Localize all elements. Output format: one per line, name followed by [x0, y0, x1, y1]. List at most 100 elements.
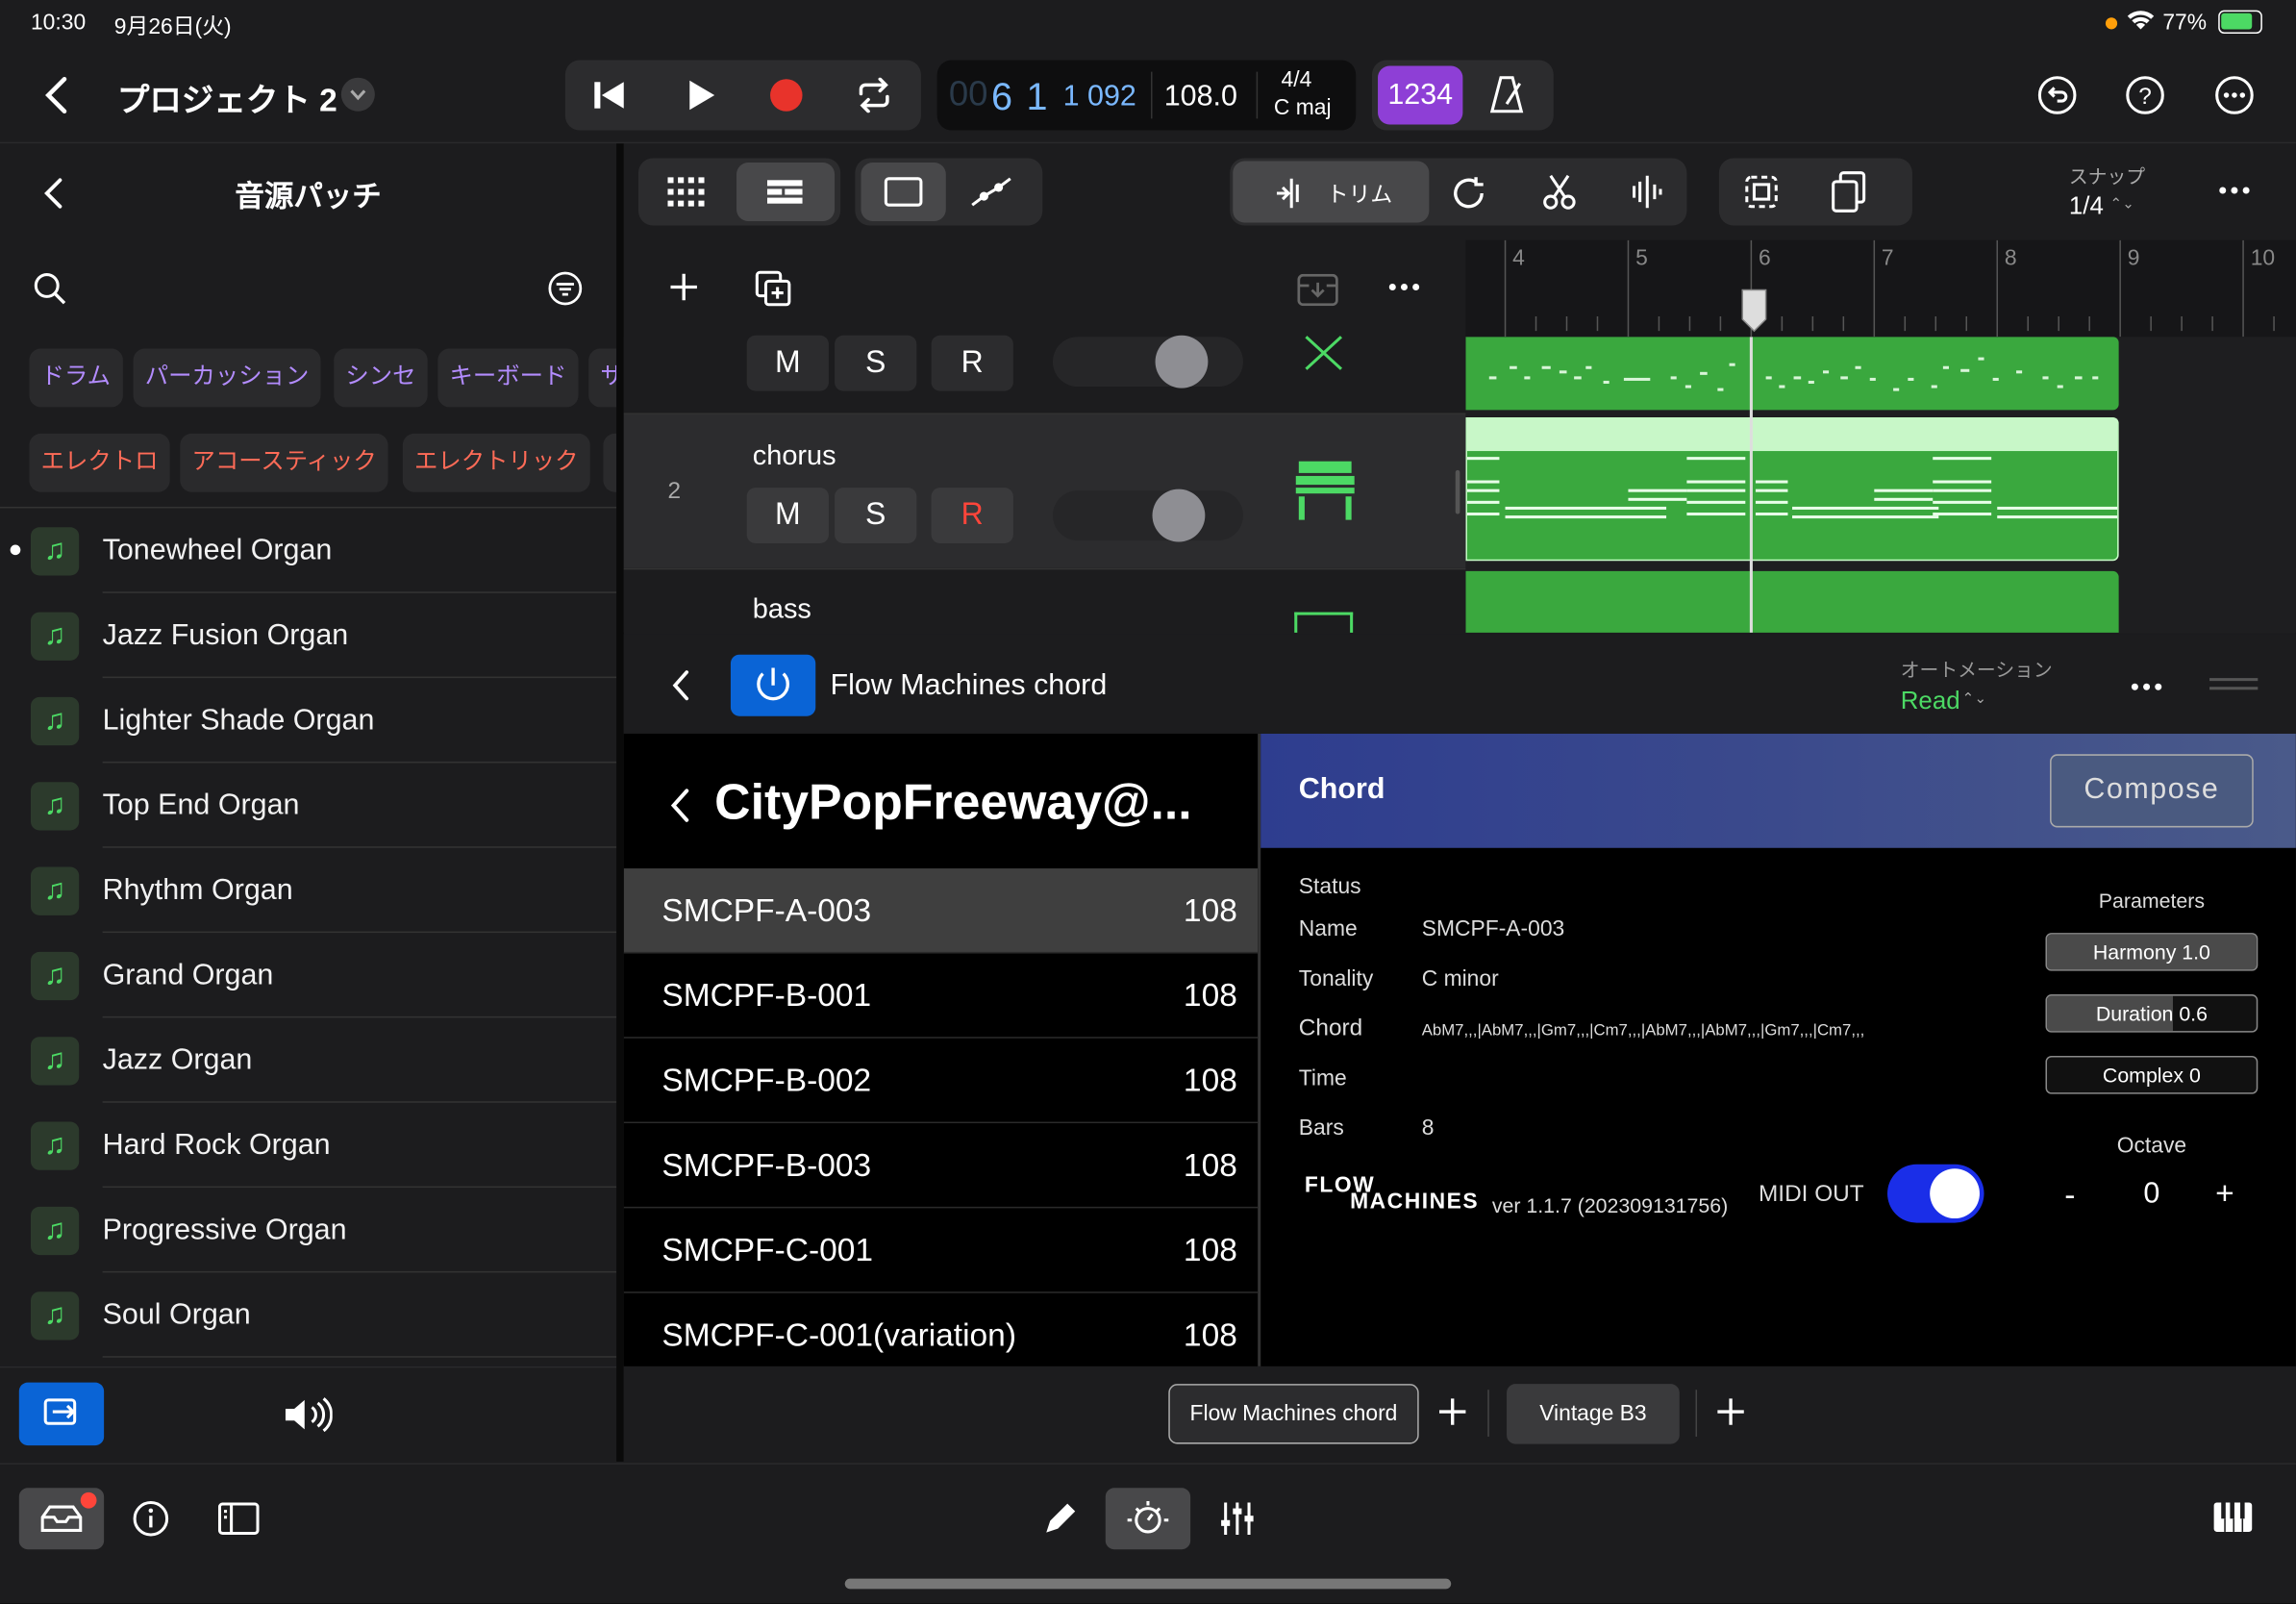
grid-view-icon[interactable]: [667, 177, 706, 207]
sidebar-toggle-icon[interactable]: [217, 1502, 260, 1535]
duration-slider[interactable]: Duration 0.6: [2045, 994, 2259, 1033]
timeline-ruler[interactable]: 4 5 6 7 8 9 10: [1465, 239, 2296, 338]
home-indicator[interactable]: [844, 1578, 1452, 1590]
compose-button[interactable]: Compose: [2050, 754, 2254, 828]
chevron-down-icon[interactable]: [340, 77, 375, 112]
tag-percussion[interactable]: パーカッション: [133, 348, 321, 408]
download-icon[interactable]: [1297, 273, 1338, 307]
rewind-icon[interactable]: [591, 79, 627, 112]
patch-item[interactable]: ♫ Hard Rock Organ: [0, 1103, 617, 1189]
copy-icon[interactable]: [1831, 170, 1869, 214]
search-icon[interactable]: [33, 271, 68, 307]
preset-row[interactable]: SMCPF-C-001 108: [623, 1208, 1259, 1293]
help-icon[interactable]: ?: [2125, 75, 2166, 116]
solo-button[interactable]: S: [835, 488, 917, 543]
snap-value[interactable]: 1/4: [2069, 191, 2104, 220]
preset-row[interactable]: SMCPF-B-001 108: [623, 953, 1259, 1039]
slot-vintage-b3[interactable]: Vintage B3: [1507, 1384, 1680, 1444]
preset-row[interactable]: SMCPF-B-003 108: [623, 1123, 1259, 1209]
scissors-icon[interactable]: [1540, 173, 1579, 212]
midi-region[interactable]: [1465, 570, 2119, 633]
track-name[interactable]: bass: [753, 594, 811, 627]
back-icon[interactable]: [41, 75, 70, 116]
tag-electric[interactable]: エレクトリック: [402, 433, 590, 492]
playhead-handle[interactable]: [1739, 287, 1768, 334]
mute-button[interactable]: M: [746, 335, 829, 391]
patch-item[interactable]: ♫ Soul Organ: [0, 1272, 617, 1358]
track-name[interactable]: chorus: [753, 440, 836, 473]
drag-handle-icon[interactable]: [2209, 678, 2259, 690]
library-browser-icon[interactable]: [18, 1488, 105, 1550]
tag-electro[interactable]: エレクトロ: [29, 433, 170, 492]
automation-mode[interactable]: Read: [1901, 687, 1960, 715]
volume-slider[interactable]: [1052, 335, 1243, 388]
more-icon[interactable]: [2214, 75, 2256, 116]
tag-drums[interactable]: ドラム: [29, 348, 123, 408]
loop-tool-icon[interactable]: [1450, 174, 1488, 213]
power-icon[interactable]: [730, 654, 816, 716]
mixer-icon[interactable]: [1218, 1499, 1257, 1538]
info-icon[interactable]: [132, 1499, 170, 1538]
smart-controls-icon[interactable]: [1105, 1488, 1191, 1550]
patch-item[interactable]: ♫ Progressive Organ: [0, 1188, 617, 1273]
undo-icon[interactable]: [2036, 75, 2078, 116]
slot-flow-machines[interactable]: Flow Machines chord: [1168, 1384, 1419, 1444]
keyboard-icon[interactable]: [2212, 1501, 2254, 1534]
replace-patch-icon[interactable]: [18, 1382, 105, 1446]
lcd-display[interactable]: 00 6 1 1 092 108.0 4/4 C maj: [936, 60, 1357, 131]
harmony-slider[interactable]: Harmony 1.0: [2045, 933, 2259, 971]
tracks-more-icon[interactable]: [2217, 173, 2253, 209]
midi-out-toggle[interactable]: [1887, 1164, 1984, 1223]
tag-acoustic[interactable]: アコースティック: [180, 433, 388, 492]
patch-item[interactable]: ♫ Rhythm Organ: [0, 848, 617, 934]
automation-curve-icon[interactable]: [969, 173, 1013, 212]
patch-item[interactable]: ♫ Lighter Shade Organ: [0, 678, 617, 764]
patch-item[interactable]: ♫ Grand Organ: [0, 933, 617, 1018]
duplicate-track-icon[interactable]: [754, 269, 792, 308]
select-all-icon[interactable]: [1742, 173, 1781, 212]
split-marker-icon[interactable]: [1628, 173, 1666, 212]
octave-plus-button[interactable]: +: [2215, 1174, 2234, 1213]
tag-more[interactable]: サ: [588, 348, 617, 408]
preview-sound-icon[interactable]: [283, 1397, 333, 1433]
patch-item[interactable]: ♫ Jazz Fusion Organ: [0, 593, 617, 679]
midi-region-selected[interactable]: [1465, 417, 2119, 562]
pack-back-icon[interactable]: [667, 787, 690, 825]
record-enable-button[interactable]: R: [931, 335, 1013, 391]
track-row-1[interactable]: M S R: [623, 335, 1466, 414]
play-icon[interactable]: [686, 79, 718, 112]
project-title[interactable]: プロジェクト 2: [117, 75, 337, 122]
volume-slider[interactable]: [1052, 489, 1243, 542]
pencil-icon[interactable]: [1044, 1502, 1077, 1535]
add-plugin-icon[interactable]: [1716, 1397, 1745, 1426]
patch-item[interactable]: ♫ Top End Organ: [0, 763, 617, 848]
preset-row[interactable]: SMCPF-C-001(variation) 108: [624, 1293, 1258, 1366]
tag-synth[interactable]: シンセ: [334, 348, 428, 408]
metronome-icon[interactable]: [1487, 75, 1526, 116]
chevron-updown-icon[interactable]: ⌃⌄: [2109, 196, 2134, 213]
window-icon[interactable]: [861, 163, 946, 221]
track-row-3[interactable]: bass: [623, 567, 1466, 633]
midi-region[interactable]: [1465, 337, 2119, 411]
record-icon[interactable]: [770, 79, 803, 112]
chevron-updown-icon[interactable]: ⌃⌄: [1962, 691, 1987, 708]
cycle-icon[interactable]: [855, 77, 893, 113]
record-enable-button[interactable]: R: [931, 488, 1013, 543]
patch-item[interactable]: ♫ Tonewheel Organ: [0, 508, 617, 593]
trim-tool-button[interactable]: トリム: [1233, 161, 1430, 223]
plugin-more-icon[interactable]: [2129, 669, 2164, 705]
add-plugin-icon[interactable]: [1437, 1397, 1466, 1426]
count-in-button[interactable]: 1234: [1378, 65, 1463, 125]
plugin-back-icon[interactable]: [670, 669, 690, 702]
complex-slider[interactable]: Complex 0: [2045, 1056, 2259, 1094]
mute-button[interactable]: M: [746, 488, 829, 543]
tracks-view-icon[interactable]: [736, 163, 836, 221]
tag-keyboard[interactable]: キーボード: [437, 348, 579, 408]
filter-icon[interactable]: [548, 271, 584, 307]
preset-row[interactable]: SMCPF-B-002 108: [623, 1039, 1259, 1124]
track-row-2[interactable]: 2 chorus M S R: [623, 414, 1466, 568]
preset-row-selected[interactable]: SMCPF-A-003 108: [623, 868, 1259, 954]
patch-item[interactable]: ♫ Jazz Organ: [0, 1017, 617, 1103]
regions-canvas[interactable]: [1465, 337, 2296, 633]
track-header-more-icon[interactable]: [1386, 269, 1422, 305]
